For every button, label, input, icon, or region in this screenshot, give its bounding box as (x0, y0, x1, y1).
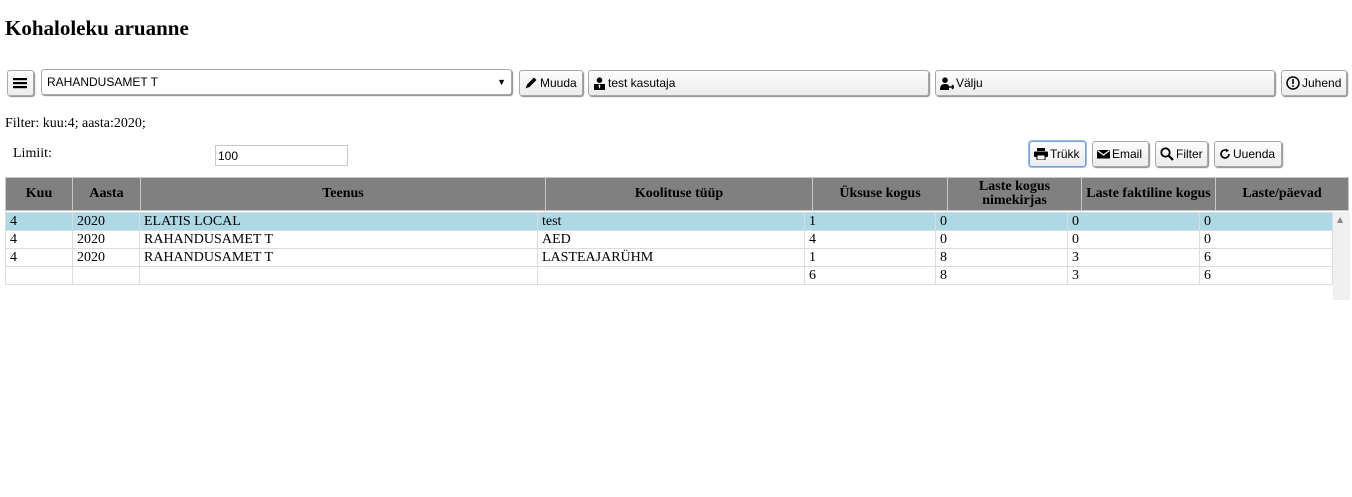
table-cell: 0 (935, 230, 1068, 249)
user-button-label: test kasutaja (608, 76, 676, 90)
table-cell: RAHANDUSAMET T (139, 230, 538, 249)
pencil-icon (525, 77, 537, 89)
table-cell: 4 (5, 212, 73, 231)
table-cell: 1 (804, 212, 936, 231)
limit-label: Limiit: (13, 146, 52, 161)
logout-button-label: Välju (956, 76, 983, 90)
printer-icon (1034, 148, 1048, 160)
hamburger-icon (12, 78, 27, 89)
help-button-label: Juhend (1302, 76, 1342, 90)
report-table-header: Kuu Aasta Teenus Koolituse tüüp Üksuse k… (5, 177, 1349, 211)
table-cell: LASTEAJARÜHM (537, 248, 805, 267)
table-cell: 6 (1199, 266, 1333, 285)
table-cell: 2020 (72, 230, 140, 249)
refresh-button[interactable]: Uuenda (1214, 141, 1282, 167)
table-cell: 6 (804, 266, 936, 285)
user-tie-icon (594, 76, 605, 90)
column-header-yksuse-kogus[interactable]: Üksuse kogus (812, 177, 948, 211)
table-cell: 3 (1067, 248, 1200, 267)
report-table-body: 4 2020 ELATIS LOCAL test 1 0 0 0 4 2020 RAHANDUSAM… (5, 212, 1333, 285)
edit-button-label: Muuda (540, 76, 577, 90)
table-cell: 8 (935, 248, 1068, 267)
column-header-laste-faktiline-kogus[interactable]: Laste faktiline kogus (1081, 177, 1216, 211)
table-cell (5, 266, 73, 285)
refresh-button-label: Uuenda (1233, 147, 1276, 161)
scroll-up-arrow-icon[interactable]: ▲ (1337, 215, 1343, 224)
table-cell (537, 266, 805, 285)
table-cell: RAHANDUSAMET T (139, 248, 538, 267)
filter-button[interactable]: Filter (1155, 141, 1208, 167)
logout-button[interactable]: Välju (935, 70, 1275, 96)
user-logout-icon (940, 76, 954, 90)
info-circle-icon (1286, 76, 1300, 90)
column-header-koolituse-tyyp[interactable]: Koolituse tüüp (545, 177, 813, 211)
table-row[interactable]: 4 2020 ELATIS LOCAL test 1 0 0 0 (5, 212, 1333, 231)
page-title: Kohaloleku aruanne (5, 16, 189, 40)
table-row[interactable]: 6836 (5, 266, 1333, 285)
filter-button-label: Filter (1176, 147, 1203, 161)
table-cell: test (537, 212, 805, 231)
table-cell: 2020 (72, 212, 140, 231)
institution-select[interactable]: RAHANDUSAMET T ▼ (41, 69, 512, 95)
table-cell: 0 (935, 212, 1068, 231)
table-scrollbar[interactable]: ▲ (1333, 212, 1350, 300)
table-cell: 4 (5, 230, 73, 249)
table-cell: AED (537, 230, 805, 249)
search-icon (1160, 147, 1174, 161)
column-header-laste-kogus-nimekirjas[interactable]: Laste kogus nimekirjas (947, 177, 1082, 211)
filter-summary: Filter: kuu:4; aasta:2020; (5, 116, 146, 131)
table-cell: 1 (804, 248, 936, 267)
email-button-label: Email (1112, 147, 1143, 161)
table-cell: 0 (1199, 212, 1333, 231)
table-cell: 2020 (72, 248, 140, 267)
table-row[interactable]: 4 2020 RAHANDUSAMET T LASTEAJARÜHM 1 8 3 6 (5, 248, 1333, 267)
user-button[interactable]: test kasutaja (588, 70, 929, 96)
table-cell (72, 266, 140, 285)
print-button-label: Trükk (1050, 147, 1080, 161)
column-header-laste-paevad[interactable]: Laste/päevad (1215, 177, 1349, 211)
table-cell: 4 (804, 230, 936, 249)
help-button[interactable]: Juhend (1281, 70, 1347, 96)
print-button[interactable]: Trükk (1029, 141, 1086, 167)
column-header-teenus[interactable]: Teenus (140, 177, 546, 211)
table-cell: 0 (1067, 212, 1200, 231)
table-cell: 3 (1067, 266, 1200, 285)
table-cell (139, 266, 538, 285)
refresh-icon (1220, 148, 1230, 159)
table-cell: 0 (1199, 230, 1333, 249)
table-row[interactable]: 4 2020 RAHANDUSAMET T AED 4 0 0 0 (5, 230, 1333, 249)
table-cell: 4 (5, 248, 73, 267)
edit-button[interactable]: Muuda (519, 70, 583, 96)
column-header-aasta[interactable]: Aasta (72, 177, 141, 211)
column-header-kuu[interactable]: Kuu (5, 177, 73, 211)
table-cell: ELATIS LOCAL (139, 212, 538, 231)
email-button[interactable]: Email (1092, 141, 1149, 167)
envelope-icon (1097, 150, 1110, 159)
institution-select-value: RAHANDUSAMET T (47, 75, 158, 89)
table-cell: 8 (935, 266, 1068, 285)
menu-button[interactable] (7, 70, 34, 96)
chevron-down-icon: ▼ (497, 77, 506, 87)
table-cell: 6 (1199, 248, 1333, 267)
table-cell: 0 (1067, 230, 1200, 249)
limit-input[interactable]: 100 (215, 145, 348, 166)
